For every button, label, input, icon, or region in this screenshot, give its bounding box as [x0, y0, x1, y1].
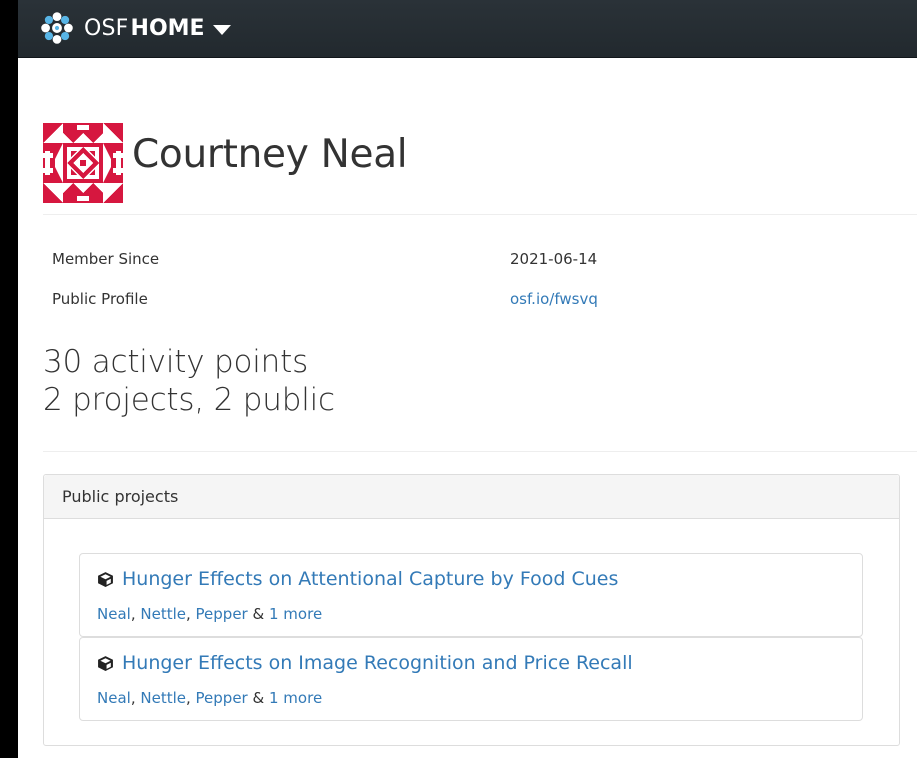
author-separator: ,: [130, 605, 136, 623]
caret-down-icon[interactable]: [212, 24, 231, 35]
author-ampersand: &: [252, 605, 265, 623]
profile-stats: 30 activity points 2 projects, 2 public: [43, 343, 335, 419]
osf-logo-icon: [41, 12, 73, 44]
brand-osf-text: OSF: [84, 15, 129, 41]
brand-home-text: HOME: [130, 15, 205, 41]
author-separator: ,: [130, 689, 136, 707]
cube-icon: [98, 571, 113, 587]
divider: [43, 214, 917, 215]
profile-name: Courtney Neal: [132, 131, 408, 177]
author-link[interactable]: Neal: [97, 605, 131, 623]
project-item: Hunger Effects on Attentional Capture by…: [79, 553, 863, 637]
project-title-link[interactable]: Hunger Effects on Image Recognition and …: [122, 652, 633, 674]
public-projects-panel: Public projects Hunger Effects on Attent…: [43, 474, 900, 746]
author-link[interactable]: Neal: [97, 689, 131, 707]
avatar: [43, 123, 123, 203]
project-authors: Neal, Nettle, Pepper & 1 more: [97, 605, 322, 623]
panel-heading: Public projects: [44, 475, 899, 519]
member-since-label: Member Since: [52, 250, 160, 268]
project-item: Hunger Effects on Image Recognition and …: [79, 637, 863, 721]
cube-icon: [98, 655, 113, 671]
author-link[interactable]: Nettle: [140, 689, 186, 707]
public-profile-label: Public Profile: [52, 290, 148, 308]
top-navbar: OSF HOME: [18, 0, 917, 58]
profile-header: Courtney Neal: [43, 123, 408, 203]
project-authors: Neal, Nettle, Pepper & 1 more: [97, 689, 322, 707]
author-separator: ,: [185, 689, 191, 707]
author-link[interactable]: Pepper: [196, 605, 248, 623]
author-link[interactable]: Nettle: [140, 605, 186, 623]
osf-home-menu-button[interactable]: OSF HOME: [38, 8, 231, 48]
public-profile-link[interactable]: osf.io/fwsvq: [510, 290, 598, 308]
more-authors-link[interactable]: 1 more: [269, 689, 322, 707]
member-since-value: 2021-06-14: [510, 250, 598, 268]
author-link[interactable]: Pepper: [196, 689, 248, 707]
divider: [43, 451, 917, 452]
more-authors-link[interactable]: 1 more: [269, 605, 322, 623]
page: OSF HOME Courtney Neal Member Since 2021…: [18, 0, 917, 758]
author-ampersand: &: [252, 689, 265, 707]
project-title-link[interactable]: Hunger Effects on Attentional Capture by…: [122, 568, 618, 590]
activity-points: 30 activity points: [43, 344, 309, 380]
project-count: 2 projects, 2 public: [43, 382, 335, 418]
author-separator: ,: [185, 605, 191, 623]
